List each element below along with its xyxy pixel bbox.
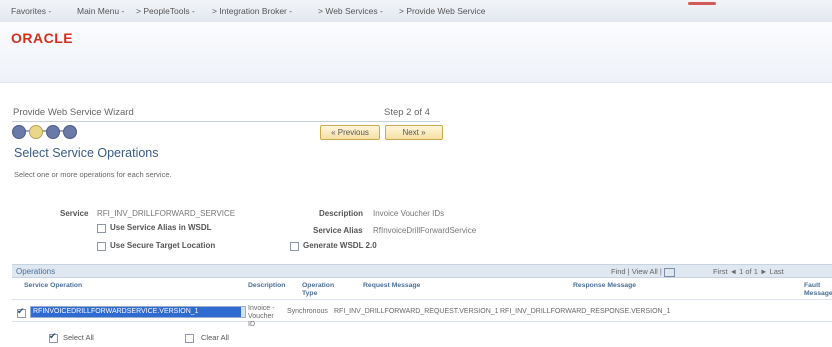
select-all-link[interactable]: Select All — [63, 333, 94, 342]
generate-wsdl-checkbox[interactable] — [290, 242, 299, 251]
use-secure-target-checkbox[interactable] — [97, 242, 106, 251]
use-secure-target-label: Use Secure Target Location — [110, 241, 216, 250]
brand-header — [0, 22, 832, 83]
row-select-checkbox[interactable] — [17, 306, 26, 318]
service-operation-field[interactable]: RFINVOICEDRILLFORWARDSERVICE.VERSION_1 — [30, 306, 246, 318]
breadcrumb-web-services[interactable]: > Web Services - — [318, 6, 383, 16]
operations-title: Operations — [16, 267, 56, 276]
download-grid-icon[interactable] — [663, 267, 675, 277]
clear-all-icon[interactable] — [185, 334, 194, 343]
service-label: Service — [60, 209, 89, 218]
breadcrumb-peopletools[interactable]: > PeopleTools - — [136, 6, 195, 16]
wizard-step-4-icon[interactable] — [63, 125, 77, 139]
oracle-logo: ORACLE — [11, 30, 74, 46]
request-message-link[interactable]: RFI_INV_DRILLFORWARD_REQUEST.VERSION_1 — [334, 308, 499, 316]
grid-pagination[interactable]: First ◄ 1 of 1 ► Last — [713, 267, 784, 276]
breadcrumb-integration-broker[interactable]: > Integration Broker - — [212, 6, 292, 16]
service-operation-value: RFINVOICEDRILLFORWARDSERVICE.VERSION_1 — [31, 307, 241, 317]
wizard-step-indicator: Step 2 of 4 — [384, 107, 430, 118]
row-description: Invoice - Voucher ID — [248, 305, 275, 328]
wizard-divider — [12, 121, 440, 122]
response-message-link[interactable]: RFI_INV_DRILLFORWARD_RESPONSE.VERSION_1 — [500, 308, 815, 316]
main-menu[interactable]: Main Menu - — [77, 6, 124, 16]
service-alias-value: RfInvoiceDrillForwardService — [373, 226, 477, 235]
description-value: Invoice Voucher IDs — [373, 209, 445, 218]
use-service-alias-checkbox[interactable] — [97, 224, 106, 233]
clear-all-link[interactable]: Clear All — [201, 333, 229, 342]
red-highlight-mark — [688, 2, 716, 5]
col-response-message[interactable]: Response Message — [573, 282, 636, 290]
operations-grid-header: Operations Find | View All | First ◄ 1 o… — [12, 264, 832, 278]
col-description[interactable]: Description — [248, 282, 285, 290]
description-label: Description — [319, 209, 364, 218]
page-title: Select Service Operations — [14, 146, 159, 160]
col-request-message[interactable]: Request Message — [363, 282, 420, 290]
col-operation-type[interactable]: Operation Type — [302, 282, 336, 298]
find-view-all-text: Find | View All | — [611, 267, 662, 276]
top-navigation-bar: Favorites - Main Menu - > PeopleTools - … — [0, 0, 832, 23]
breadcrumb-provide-web-service[interactable]: > Provide Web Service — [399, 6, 486, 16]
favorites-menu[interactable]: Favorites - — [11, 6, 51, 16]
page-instructions: Select one or more operations for each s… — [14, 170, 172, 179]
generate-wsdl-label: Generate WSDL 2.0 — [303, 241, 377, 250]
row-operation-type: Synchronous — [287, 308, 328, 315]
service-value: RFI_INV_DRILLFORWARD_SERVICE — [97, 209, 236, 218]
use-service-alias-label: Use Service Alias in WSDL — [110, 223, 212, 232]
find-view-all-link[interactable]: Find | View All | — [611, 267, 675, 277]
wizard-title: Provide Web Service Wizard — [13, 107, 134, 118]
service-alias-label: Service Alias — [313, 226, 363, 235]
col-fault-message[interactable]: Fault Message — [804, 282, 832, 298]
next-button[interactable]: Next » — [385, 125, 443, 140]
col-service-operation[interactable]: Service Operation — [24, 282, 82, 290]
wizard-step-3-icon[interactable] — [46, 125, 60, 139]
wizard-step-1-icon[interactable] — [12, 125, 26, 139]
previous-button[interactable]: « Previous — [320, 125, 380, 140]
select-all-icon[interactable] — [49, 331, 58, 343]
wizard-step-2-icon[interactable] — [29, 125, 43, 139]
